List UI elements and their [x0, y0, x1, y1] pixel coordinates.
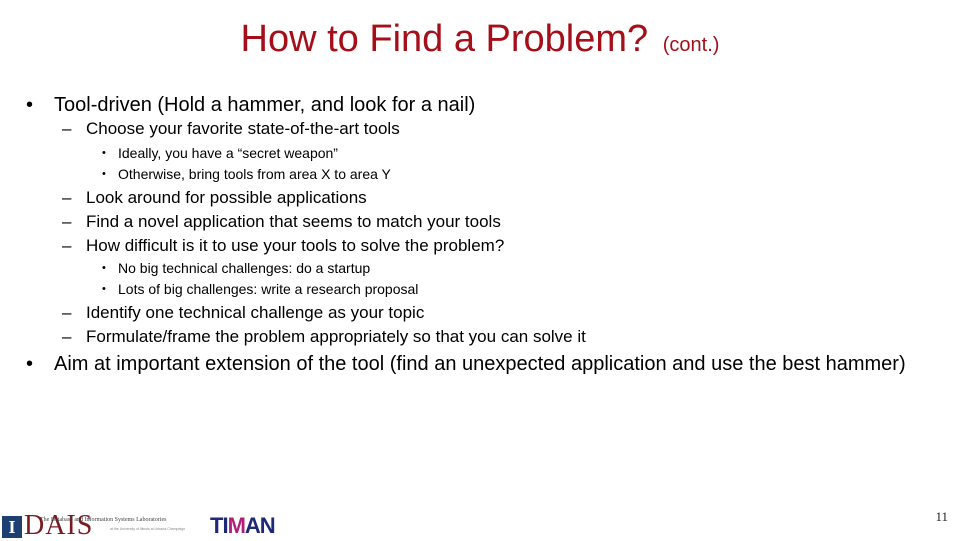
sub-bullet-text: Formulate/frame the problem appropriatel… — [86, 327, 586, 346]
illinois-logo: I — [2, 516, 22, 538]
sub-sub-bullet-text: Ideally, you have a “secret weapon” — [118, 145, 338, 161]
sub-bullet-look-around: – Look around for possible applications — [62, 187, 367, 209]
bullet-dot-icon: • — [102, 168, 106, 180]
sub-bullet-identify-challenge: – Identify one technical challenge as yo… — [62, 302, 425, 324]
bullet-text: Tool-driven (Hold a hammer, and look for… — [54, 94, 476, 116]
sub-bullet-text: Choose your favorite state-of-the-art to… — [86, 119, 400, 138]
bullet-aim-extension: • Aim at important extension of the tool… — [26, 352, 924, 376]
timan-logo: TIMAN — [210, 513, 276, 538]
sub-bullet-text: Find a novel application that seems to m… — [86, 212, 501, 231]
timan-logo-part2: AN — [244, 513, 276, 538]
timan-logo-part1: TI — [210, 513, 229, 538]
dash-icon: – — [62, 188, 72, 207]
sub-bullet-novel-application: – Find a novel application that seems to… — [62, 211, 501, 233]
sub-sub-bullet-secret-weapon: • Ideally, you have a “secret weapon” — [102, 144, 338, 162]
timan-logo-m: M — [227, 513, 246, 538]
slide-title: How to Find a Problem? (cont.) — [0, 14, 960, 70]
sub-bullet-text: How difficult is it to use your tools to… — [86, 236, 505, 255]
sub-sub-bullet-area-x-y: • Otherwise, bring tools from area X to … — [102, 165, 391, 183]
bullet-dot-icon: • — [26, 94, 34, 116]
bullet-text: Aim at important extension of the tool (… — [54, 353, 906, 375]
dais-logo-subtitle-2: at the University of Illinois at Urbana-… — [110, 527, 186, 531]
dais-logo-subtitle: The Database and Information Systems Lab… — [40, 517, 167, 523]
sub-sub-bullet-text: No big technical challenges: do a startu… — [118, 260, 371, 276]
sub-bullet-choose-tools: – Choose your favorite state-of-the-art … — [62, 118, 400, 140]
bullet-tool-driven: • Tool-driven (Hold a hammer, and look f… — [26, 93, 476, 117]
sub-sub-bullet-research-proposal: • Lots of big challenges: write a resear… — [102, 280, 419, 298]
illinois-logo-letter: I — [8, 517, 16, 537]
dash-icon: – — [62, 303, 72, 322]
dash-icon: – — [62, 119, 72, 138]
sub-bullet-how-difficult: – How difficult is it to use your tools … — [62, 235, 505, 257]
sub-sub-bullet-text: Lots of big challenges: write a research… — [118, 281, 419, 297]
page-number: 11 — [935, 509, 948, 524]
bullet-dot-icon: • — [26, 353, 34, 375]
bullet-dot-icon: • — [102, 262, 106, 274]
sub-bullet-formulate-problem: – Formulate/frame the problem appropriat… — [62, 326, 586, 348]
bullet-dot-icon: • — [102, 147, 106, 159]
dash-icon: – — [62, 212, 72, 231]
sub-sub-bullet-startup: • No big technical challenges: do a star… — [102, 259, 371, 277]
sub-bullet-text: Identify one technical challenge as your… — [86, 303, 425, 322]
bullet-dot-icon: • — [102, 283, 106, 295]
sub-sub-bullet-text: Otherwise, bring tools from area X to ar… — [118, 166, 391, 182]
slide-title-suffix: (cont.) — [662, 34, 720, 56]
dash-icon: – — [62, 327, 72, 346]
sub-bullet-text: Look around for possible applications — [86, 188, 367, 207]
slide-title-main: How to Find a Problem? — [240, 18, 649, 60]
dash-icon: – — [62, 236, 72, 255]
